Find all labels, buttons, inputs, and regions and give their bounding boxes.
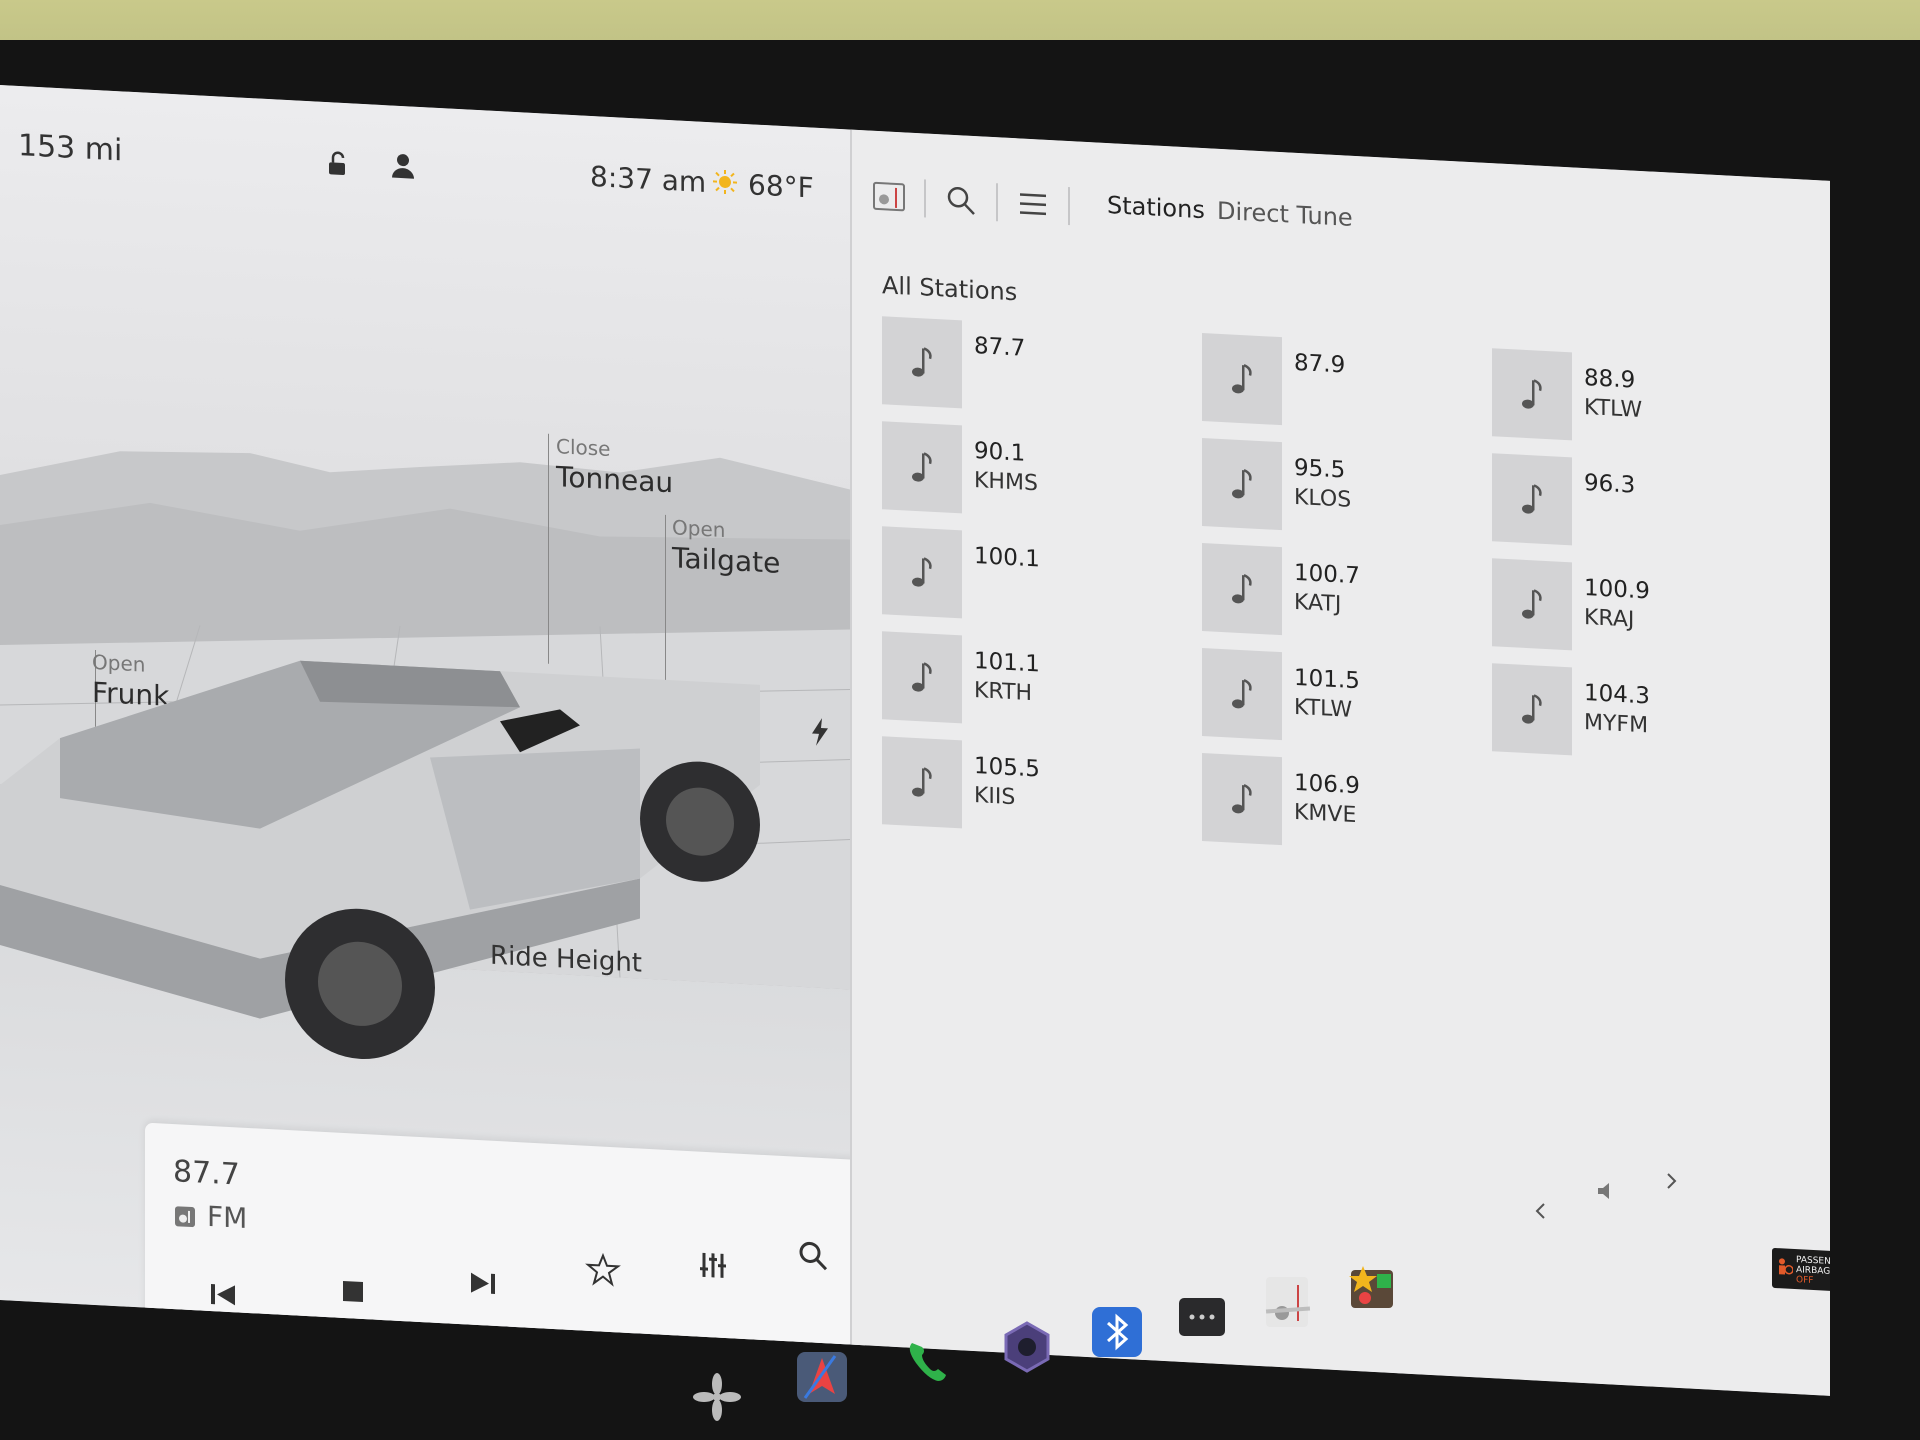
station-tile[interactable]: 106.9 KMVE bbox=[1202, 752, 1502, 859]
toolbar-divider bbox=[924, 179, 926, 218]
station-tile[interactable]: 105.5 KIIS bbox=[882, 736, 1182, 842]
station-tile[interactable]: 96.3 bbox=[1492, 453, 1792, 559]
station-callsign: KTLW bbox=[1294, 694, 1353, 723]
speaker-icon[interactable] bbox=[1595, 1180, 1617, 1202]
music-note-icon bbox=[882, 316, 962, 409]
music-note-icon bbox=[1492, 663, 1572, 756]
driver-profile-icon[interactable] bbox=[390, 151, 416, 180]
chevron-left-icon[interactable] bbox=[1530, 1200, 1552, 1222]
music-note-icon bbox=[1202, 542, 1282, 636]
station-tile[interactable]: 104.3 MYFM bbox=[1492, 663, 1792, 769]
station-frequency: 101.1 bbox=[974, 648, 1040, 678]
toybox-icon[interactable] bbox=[1345, 1260, 1399, 1314]
station-tile[interactable]: 90.1 KHMS bbox=[882, 421, 1182, 527]
station-callsign: KHMS bbox=[974, 468, 1038, 497]
clock: 8:37 am bbox=[590, 159, 707, 200]
station-frequency: 105.5 bbox=[974, 753, 1040, 783]
phone-icon[interactable] bbox=[900, 1335, 954, 1389]
station-frequency: 100.1 bbox=[974, 543, 1040, 573]
lightning-bolt-icon[interactable] bbox=[810, 717, 830, 746]
station-tile[interactable]: 87.9 bbox=[1202, 332, 1502, 439]
radio-app-icon[interactable] bbox=[1260, 1275, 1314, 1329]
status-bar: 153 mi 8:37 am 68°F bbox=[0, 115, 850, 220]
tonneau-label: Tonneau bbox=[556, 460, 674, 500]
station-frequency: 87.9 bbox=[1294, 349, 1346, 379]
station-callsign: KTLW bbox=[1584, 395, 1643, 424]
station-frequency: 106.9 bbox=[1294, 769, 1360, 800]
music-note-icon bbox=[1202, 437, 1282, 531]
tonneau-action: Close bbox=[556, 434, 611, 461]
search-icon[interactable] bbox=[944, 182, 978, 218]
station-frequency: 90.1 bbox=[974, 438, 1026, 467]
radio-source-icon[interactable] bbox=[872, 179, 906, 215]
station-callsign: KMVE bbox=[1294, 799, 1357, 829]
music-note-icon bbox=[1202, 332, 1282, 426]
station-tile[interactable]: 100.7 KATJ bbox=[1202, 542, 1502, 649]
toolbar-divider bbox=[996, 183, 998, 222]
chevron-right-icon[interactable] bbox=[1660, 1170, 1682, 1192]
vehicle-model[interactable] bbox=[0, 585, 830, 1128]
station-tile[interactable]: 100.1 bbox=[882, 526, 1182, 632]
toolbar-divider bbox=[1068, 186, 1070, 226]
station-callsign: MYFM bbox=[1584, 710, 1649, 739]
list-icon[interactable] bbox=[1016, 186, 1050, 222]
music-note-icon bbox=[1202, 752, 1282, 846]
battery-range: 153 mi bbox=[18, 127, 123, 169]
station-frequency: 100.7 bbox=[1294, 559, 1360, 590]
station-tile[interactable]: 95.5 KLOS bbox=[1202, 437, 1502, 544]
radio-toolbar: Stations Direct Tune bbox=[872, 173, 1812, 272]
navigation-icon[interactable] bbox=[795, 1350, 849, 1404]
station-callsign: KRTH bbox=[974, 678, 1033, 707]
vehicle-pane: 153 mi 8:37 am 68°F Open Frunk Close Ton… bbox=[0, 85, 865, 1391]
music-note-icon bbox=[882, 526, 962, 619]
music-note-icon bbox=[1202, 647, 1282, 741]
station-callsign: KATJ bbox=[1294, 589, 1342, 618]
bluetooth-icon[interactable] bbox=[1090, 1305, 1144, 1359]
station-tile[interactable]: 101.1 KRTH bbox=[882, 631, 1182, 737]
station-tile[interactable]: 101.5 KTLW bbox=[1202, 647, 1502, 754]
sun-icon bbox=[712, 168, 738, 195]
station-frequency: 100.9 bbox=[1584, 575, 1650, 605]
station-frequency: 96.3 bbox=[1584, 470, 1636, 499]
tailgate-label: Tailgate bbox=[672, 541, 781, 580]
music-note-icon bbox=[882, 736, 962, 829]
station-frequency: 87.7 bbox=[974, 333, 1026, 362]
station-frequency: 104.3 bbox=[1584, 680, 1650, 710]
tab-direct-tune[interactable]: Direct Tune bbox=[1217, 197, 1353, 232]
station-frequency: 95.5 bbox=[1294, 454, 1346, 484]
tonneau-control[interactable]: Close Tonneau bbox=[556, 434, 673, 499]
station-frequency: 101.5 bbox=[1294, 664, 1360, 695]
all-stations-heading: All Stations bbox=[882, 271, 1018, 307]
station-callsign: KLOS bbox=[1294, 484, 1352, 513]
music-note-icon bbox=[1492, 558, 1572, 651]
station-tile[interactable]: 88.9 KTLW bbox=[1492, 348, 1792, 454]
fan-icon[interactable] bbox=[690, 1370, 744, 1424]
music-note-icon bbox=[1492, 348, 1572, 441]
music-note-icon bbox=[882, 631, 962, 724]
station-frequency: 88.9 bbox=[1584, 365, 1636, 394]
music-note-icon bbox=[1492, 453, 1572, 546]
music-note-icon bbox=[882, 421, 962, 514]
outside-temperature: 68°F bbox=[748, 168, 814, 205]
tailgate-control[interactable]: Open Tailgate bbox=[672, 515, 780, 580]
station-callsign: KRAJ bbox=[1584, 605, 1635, 633]
app-dock bbox=[0, 1170, 1920, 1440]
station-tile[interactable]: 87.7 bbox=[882, 316, 1182, 422]
station-callsign: KIIS bbox=[974, 783, 1016, 811]
lock-open-icon[interactable] bbox=[325, 150, 351, 177]
dashcam-icon[interactable] bbox=[1000, 1320, 1054, 1374]
station-tile[interactable]: 100.9 KRAJ bbox=[1492, 558, 1792, 664]
more-icon[interactable] bbox=[1175, 1290, 1229, 1344]
tab-stations[interactable]: Stations bbox=[1107, 191, 1205, 224]
tailgate-action: Open bbox=[672, 515, 726, 543]
